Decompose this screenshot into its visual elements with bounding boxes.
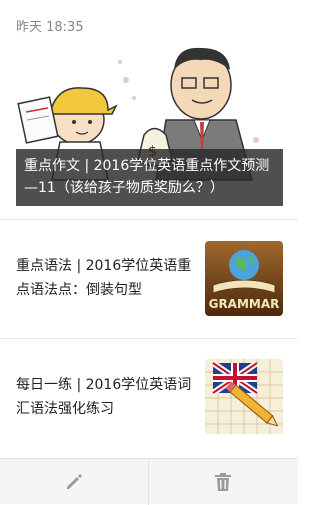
bottom-toolbar — [0, 458, 298, 505]
list-item[interactable]: 重点语法 | 2016学位英语重点语法点：倒装句型 GRAMMAR — [0, 220, 298, 338]
edit-button[interactable] — [0, 459, 148, 505]
cover-caption: 重点作文 | 2016学位英语重点作文预测—11（该给孩子物质奖励么？） — [16, 149, 283, 206]
trash-icon — [215, 473, 231, 491]
list-item[interactable]: 每日一练 | 2016学位英语词汇语法强化练习 — [0, 339, 298, 457]
delete-button[interactable] — [149, 459, 297, 505]
grammar-book-icon: GRAMMAR — [205, 241, 283, 316]
timestamp: 昨天 18:35 — [16, 20, 84, 35]
crossword-flag-pencil-icon — [205, 359, 283, 434]
cover-article[interactable]: $ 重点作文 | 2016学位英语重点作文预测—11（该给孩子物质奖励么？） — [16, 40, 283, 206]
pencil-icon — [67, 474, 82, 489]
article-title: 重点语法 | 2016学位英语重点语法点：倒装句型 — [16, 258, 192, 298]
svg-text:GRAMMAR: GRAMMAR — [209, 297, 280, 311]
article-title: 每日一练 | 2016学位英语词汇语法强化练习 — [16, 377, 192, 417]
message-card: 昨天 18:35 $ — [0, 0, 298, 458]
